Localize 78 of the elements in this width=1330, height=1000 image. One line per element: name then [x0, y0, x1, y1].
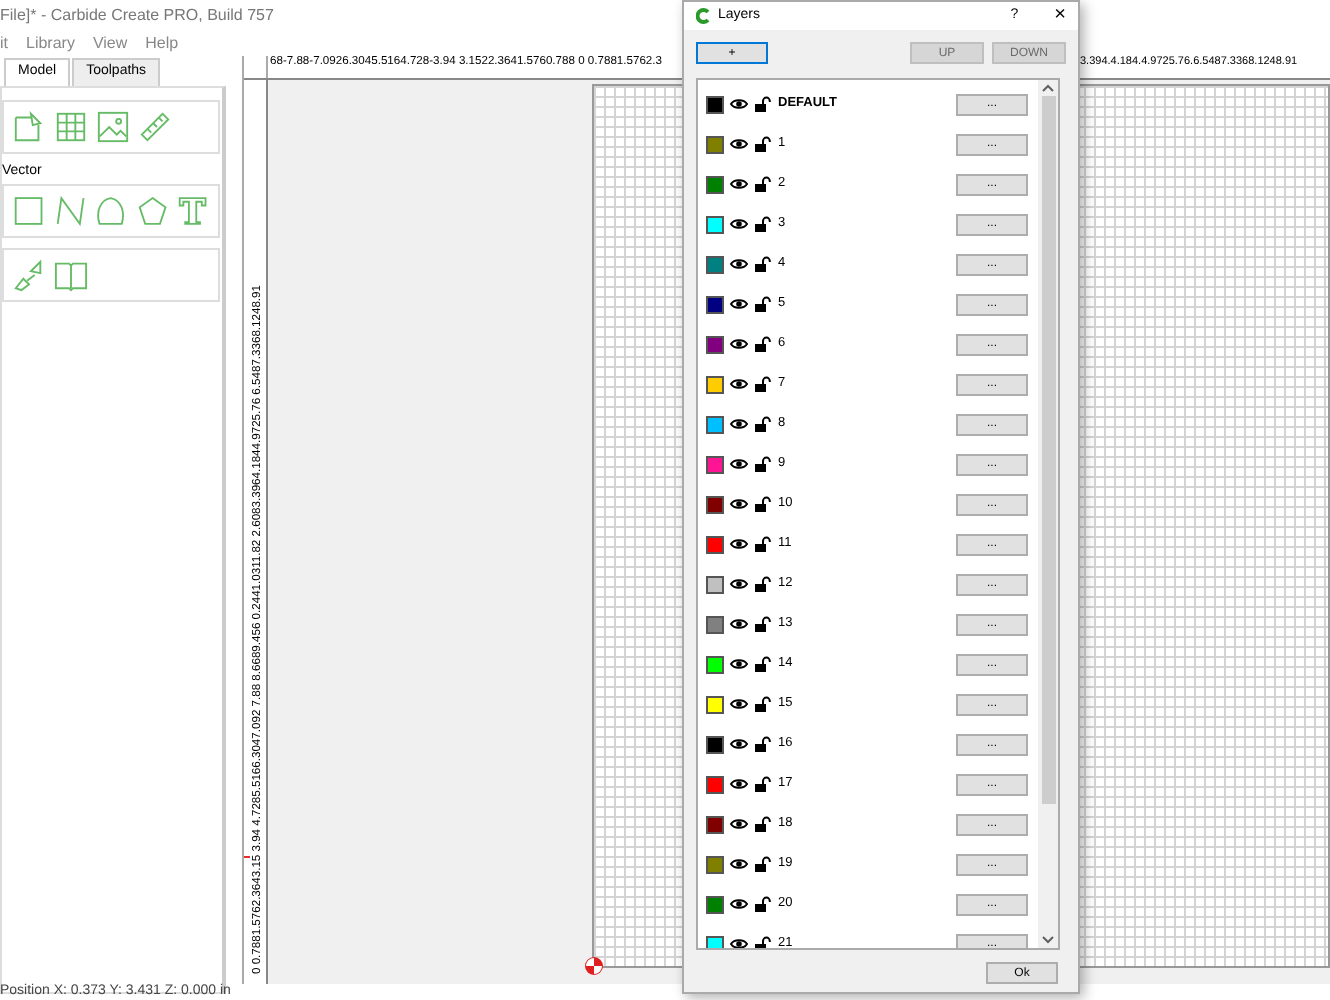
eye-icon[interactable]: [730, 616, 748, 632]
eye-icon[interactable]: [730, 376, 748, 392]
eye-icon[interactable]: [730, 96, 748, 112]
unlocked-padlock-icon[interactable]: [754, 176, 772, 192]
close-button[interactable]: ×: [1054, 6, 1066, 26]
unlocked-padlock-icon[interactable]: [754, 536, 772, 552]
eye-icon[interactable]: [730, 856, 748, 872]
layer-color-swatch[interactable]: [706, 575, 724, 593]
layer-color-swatch[interactable]: [706, 495, 724, 513]
unlocked-padlock-icon[interactable]: [754, 256, 772, 272]
position-marker: [244, 856, 250, 858]
unlocked-padlock-icon[interactable]: [754, 496, 772, 512]
eye-icon[interactable]: [730, 536, 748, 552]
layer-color-swatch[interactable]: [706, 615, 724, 633]
unlocked-padlock-icon[interactable]: [754, 736, 772, 752]
scroll-thumb[interactable]: [1041, 96, 1055, 804]
layer-color-swatch[interactable]: [706, 935, 724, 948]
unlocked-padlock-icon[interactable]: [754, 96, 772, 112]
layer-color-swatch[interactable]: [706, 175, 724, 193]
unlocked-padlock-icon[interactable]: [754, 456, 772, 472]
eye-icon[interactable]: [730, 496, 748, 512]
eye-icon[interactable]: [730, 416, 748, 432]
menu-item[interactable]: it: [0, 32, 8, 56]
layer-color-swatch[interactable]: [706, 95, 724, 113]
unlocked-padlock-icon[interactable]: [754, 936, 772, 948]
eye-icon[interactable]: [730, 736, 748, 752]
menu-item[interactable]: View: [92, 32, 128, 56]
unlocked-padlock-icon[interactable]: [754, 896, 772, 912]
unlocked-padlock-icon[interactable]: [754, 776, 772, 792]
scroll-down-icon[interactable]: [1042, 936, 1054, 944]
scroll-up-icon[interactable]: [1042, 84, 1054, 92]
unlocked-padlock-icon[interactable]: [754, 696, 772, 712]
layer-color-swatch[interactable]: [706, 735, 724, 753]
window-title: File]* - Carbide Create PRO, Build 757: [0, 4, 274, 28]
unlocked-padlock-icon[interactable]: [754, 856, 772, 872]
eye-icon[interactable]: [730, 656, 748, 672]
unlocked-padlock-icon[interactable]: [754, 216, 772, 232]
eye-icon[interactable]: [730, 896, 748, 912]
eye-icon[interactable]: [730, 136, 748, 152]
layer-color-swatch[interactable]: [706, 895, 724, 913]
layer-color-swatch[interactable]: [706, 855, 724, 873]
layer-color-swatch[interactable]: [706, 295, 724, 313]
eye-icon[interactable]: [730, 936, 748, 948]
menu-item[interactable]: Library: [26, 32, 75, 56]
layer-color-swatch[interactable]: [706, 695, 724, 713]
unlocked-padlock-icon[interactable]: [754, 136, 772, 152]
layer-color-swatch[interactable]: [706, 255, 724, 273]
eye-icon[interactable]: [730, 176, 748, 192]
unlocked-padlock-icon[interactable]: [754, 416, 772, 432]
layer-color-swatch[interactable]: [706, 335, 724, 353]
layer-color-swatch[interactable]: [706, 655, 724, 673]
layer-color-swatch[interactable]: [706, 215, 724, 233]
scrollbar[interactable]: [1038, 80, 1058, 948]
unlocked-padlock-icon[interactable]: [754, 656, 772, 672]
unlocked-padlock-icon[interactable]: [754, 816, 772, 832]
unlocked-padlock-icon[interactable]: [754, 376, 772, 392]
eye-icon[interactable]: [730, 776, 748, 792]
eye-icon[interactable]: [730, 816, 748, 832]
eye-icon[interactable]: [730, 296, 748, 312]
unlocked-padlock-icon[interactable]: [754, 616, 772, 632]
menu-item[interactable]: Help: [145, 32, 179, 56]
eye-icon[interactable]: [730, 336, 748, 352]
layer-color-swatch[interactable]: [706, 455, 724, 473]
app-logo-icon: [696, 8, 710, 24]
layer-color-swatch[interactable]: [706, 135, 724, 153]
eye-icon[interactable]: [730, 576, 748, 592]
layer-color-swatch[interactable]: [706, 375, 724, 393]
unlocked-padlock-icon[interactable]: [754, 336, 772, 352]
eye-icon[interactable]: [730, 456, 748, 472]
layer-color-swatch[interactable]: [706, 535, 724, 553]
unlocked-padlock-icon[interactable]: [754, 576, 772, 592]
eye-icon[interactable]: [730, 696, 748, 712]
unlocked-padlock-icon[interactable]: [754, 296, 772, 312]
eye-icon[interactable]: [730, 256, 748, 272]
eye-icon[interactable]: [730, 216, 748, 232]
layer-color-swatch[interactable]: [706, 815, 724, 833]
layer-color-swatch[interactable]: [706, 775, 724, 793]
layer-color-swatch[interactable]: [706, 415, 724, 433]
